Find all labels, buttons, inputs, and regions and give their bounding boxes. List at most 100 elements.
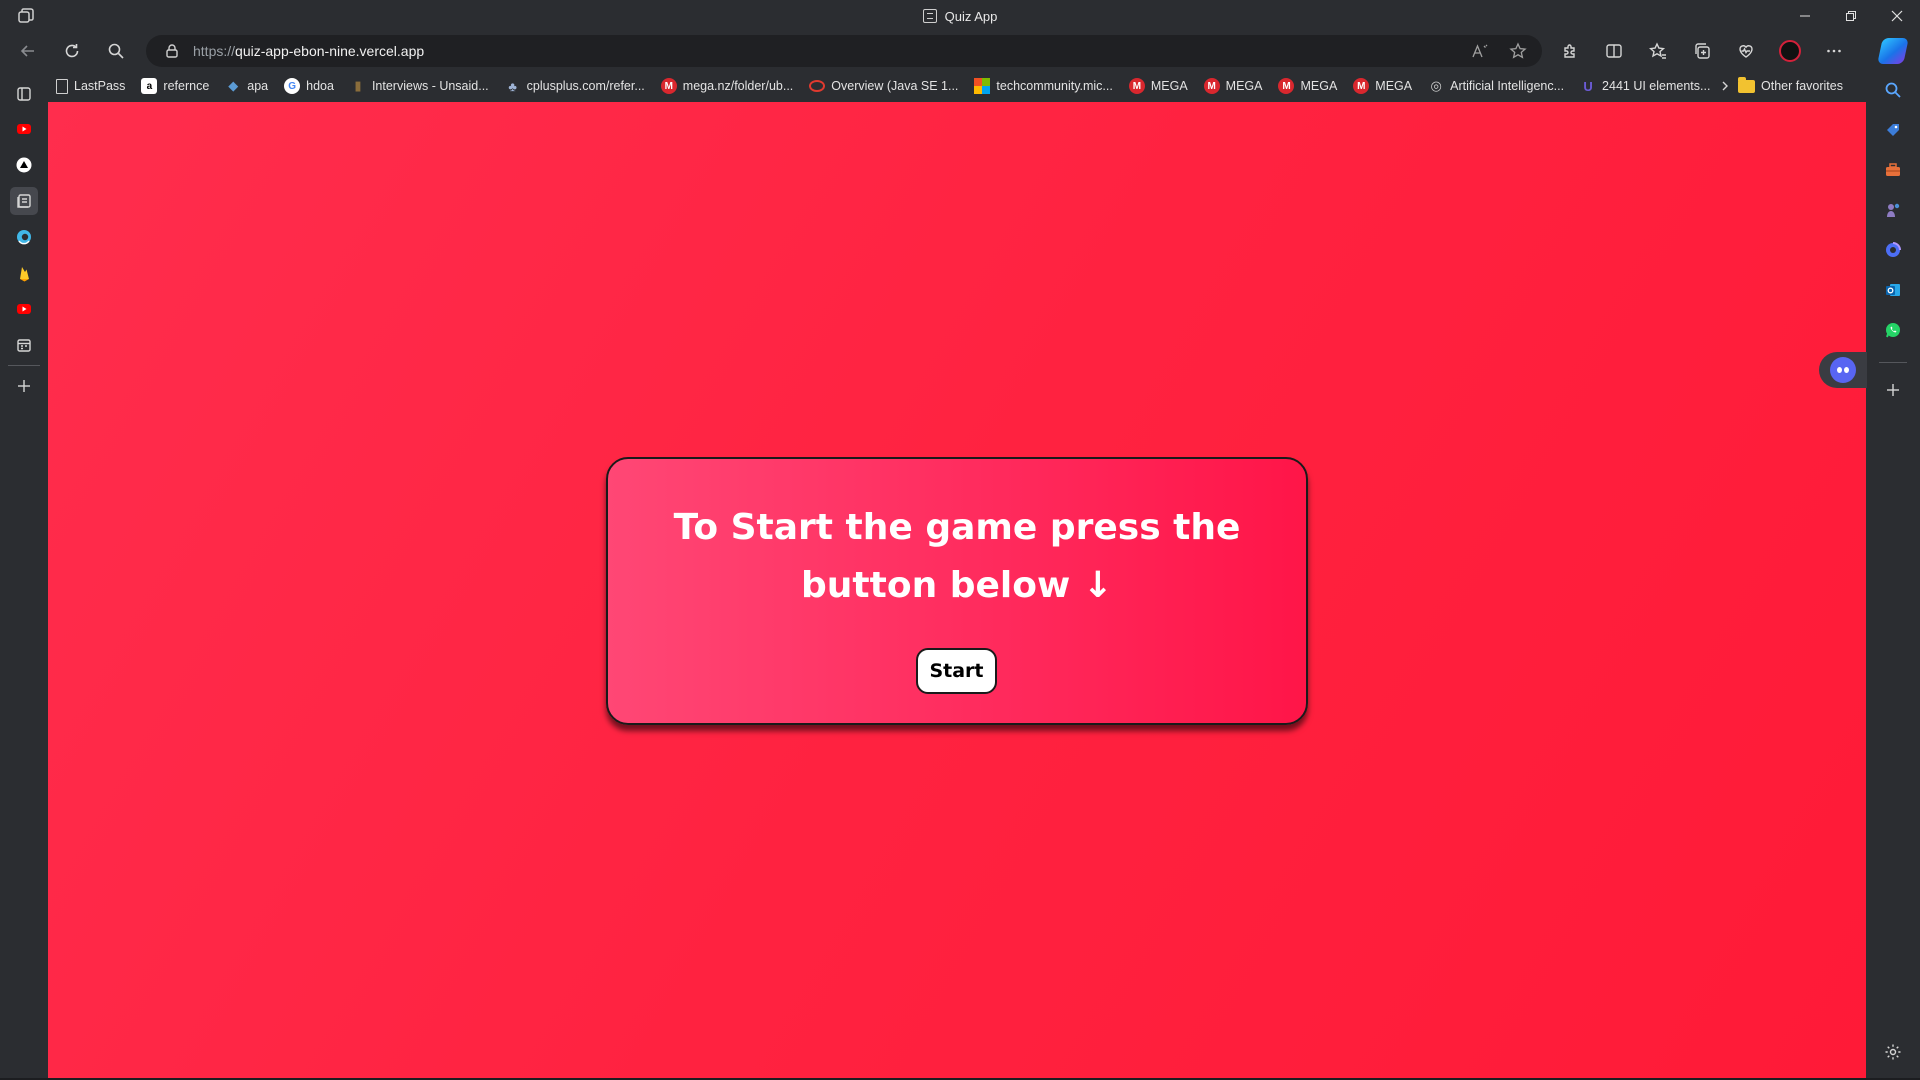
url-text[interactable]: https://quiz-app-ebon-nine.vercel.app [193, 35, 424, 67]
bookmark-item[interactable]: ♣ cplusplus.com/refer... [497, 73, 653, 99]
start-heading: To Start the game press the button below… [673, 507, 1241, 606]
tab-vercel[interactable] [10, 151, 38, 179]
mega-icon: M [1278, 78, 1295, 94]
sidebar-games-button[interactable] [1879, 196, 1907, 224]
settings-more-button[interactable] [1820, 37, 1848, 65]
collections-button[interactable] [1688, 37, 1716, 65]
shopping-tag-icon [1887, 124, 1899, 136]
lock-icon[interactable] [164, 43, 180, 59]
sidebar-settings-button[interactable] [1879, 1038, 1907, 1066]
window-title: Quiz App [0, 0, 1920, 32]
read-aloud-button[interactable] [1470, 41, 1490, 61]
address-bar[interactable]: https://quiz-app-ebon-nine.vercel.app [146, 35, 1542, 67]
floating-assistant-widget[interactable] [1819, 352, 1867, 388]
sidebar-copilot-button[interactable] [1879, 236, 1907, 264]
google-icon: G [284, 78, 301, 94]
youtube-icon [17, 304, 31, 314]
cplusplus-icon: ♣ [508, 78, 517, 94]
bookmark-item[interactable]: a refernce [133, 73, 217, 99]
bookmark-item[interactable]: M MEGA [1345, 73, 1420, 99]
bookmark-label: cplusplus.com/refer... [526, 79, 645, 93]
sidebar-tools-button[interactable] [1879, 156, 1907, 184]
bookmarks-overflow-button[interactable] [1713, 70, 1737, 102]
tab-youtube-2[interactable] [10, 295, 38, 323]
tab-youtube-1[interactable] [10, 115, 38, 143]
minimize-icon [1800, 15, 1810, 17]
interviews-icon: ▮ [354, 78, 362, 93]
tab-calendar[interactable] [10, 331, 38, 359]
profile-avatar [1779, 40, 1801, 62]
vercel-icon [16, 157, 32, 173]
amazon-icon: a [141, 78, 158, 94]
tab-actions-icon [17, 87, 31, 101]
url-protocol: https:// [193, 43, 236, 59]
tab-actions-button[interactable] [10, 80, 38, 108]
more-dots-icon [1827, 49, 1841, 53]
minimize-button[interactable] [1782, 0, 1828, 32]
bookmark-item[interactable]: ▮ Interviews - Unsaid... [342, 73, 497, 99]
close-icon [1891, 10, 1903, 22]
mega-icon: M [1203, 78, 1220, 94]
start-card: To Start the game press the button below… [606, 457, 1308, 725]
favorite-star-button[interactable] [1508, 41, 1528, 61]
bookmark-label: hdoa [306, 79, 334, 93]
search-button[interactable] [102, 37, 130, 65]
profile-button[interactable] [1776, 37, 1804, 65]
tab-page-icon [922, 9, 937, 23]
bookmark-item[interactable]: Ghdoa [276, 73, 342, 99]
refresh-button[interactable] [58, 37, 86, 65]
page-viewport: To Start the game press the button below… [48, 102, 1866, 1078]
split-screen-button[interactable] [1600, 37, 1628, 65]
back-button[interactable] [14, 37, 42, 65]
mega-icon: M [660, 78, 677, 94]
extensions-button[interactable] [1556, 37, 1584, 65]
bookmark-item[interactable]: Overview (Java SE 1... [801, 73, 966, 99]
star-icon [1509, 42, 1527, 59]
bookmarks-bar: LastPass a refernce ◆ apa Ghdoa ▮ Interviews - … [48, 70, 1866, 102]
bookmark-item[interactable]: LastPass [48, 73, 133, 99]
bookmark-item[interactable]: M MEGA [1121, 73, 1196, 99]
mega-icon: M [1353, 78, 1370, 94]
sidebar-add-button[interactable] [1879, 376, 1907, 404]
browser-toolbar [1556, 37, 1848, 65]
chevron-right-icon [1722, 81, 1728, 91]
academic-cap-icon: ◆ [228, 78, 239, 93]
search-icon [1885, 82, 1901, 98]
favorites-star-icon [1649, 42, 1666, 59]
browser-essentials-button[interactable] [1732, 37, 1760, 65]
sidebar-shopping-button[interactable] [1879, 116, 1907, 144]
bookmark-label: MEGA [1225, 79, 1263, 93]
discord-bot-icon [1830, 357, 1856, 383]
restore-button[interactable] [1828, 0, 1874, 32]
tab-quiz-app[interactable] [10, 187, 38, 215]
new-tab-button[interactable] [10, 372, 38, 400]
page-icon [56, 78, 68, 94]
bookmark-item[interactable]: ◆ apa [217, 73, 276, 99]
sidebar-whatsapp-button[interactable] [1879, 316, 1907, 344]
bookmark-label: LastPass [74, 79, 126, 93]
bookmark-item[interactable]: M MEGA [1270, 73, 1345, 99]
other-favorites-label: Other favorites [1761, 79, 1843, 93]
tab-edge-dev[interactable] [10, 223, 38, 251]
sidebar-outlook-button[interactable] [1879, 276, 1907, 304]
url-domain: quiz-app-ebon-nine.vercel.app [235, 43, 425, 59]
window-controls [1782, 0, 1920, 32]
oracle-icon [809, 80, 826, 92]
youtube-icon [17, 124, 31, 134]
start-button[interactable]: Start [916, 648, 997, 694]
bookmark-item[interactable]: Mmega.nz/folder/ub... [653, 73, 801, 99]
tab-firebase[interactable] [10, 259, 38, 287]
favorites-button[interactable] [1644, 37, 1672, 65]
collections-icon [1695, 43, 1710, 59]
sidebar-search-button[interactable] [1879, 76, 1907, 104]
bookmark-item[interactable]: M MEGA [1196, 73, 1271, 99]
split-screen-icon [1606, 44, 1622, 58]
copilot-icon[interactable] [1877, 38, 1909, 64]
bookmark-item[interactable]: techcommunity.mic... [966, 73, 1120, 99]
ui-icon: U [1583, 78, 1593, 94]
heart-pulse-icon [1739, 45, 1753, 58]
other-favorites-folder[interactable]: Other favorites [1738, 70, 1843, 102]
bookmark-item[interactable]: U 2441 UI elements... [1572, 73, 1718, 99]
bookmark-item[interactable]: ◎ Artificial Intelligenc... [1420, 73, 1572, 99]
close-button[interactable] [1874, 0, 1920, 32]
